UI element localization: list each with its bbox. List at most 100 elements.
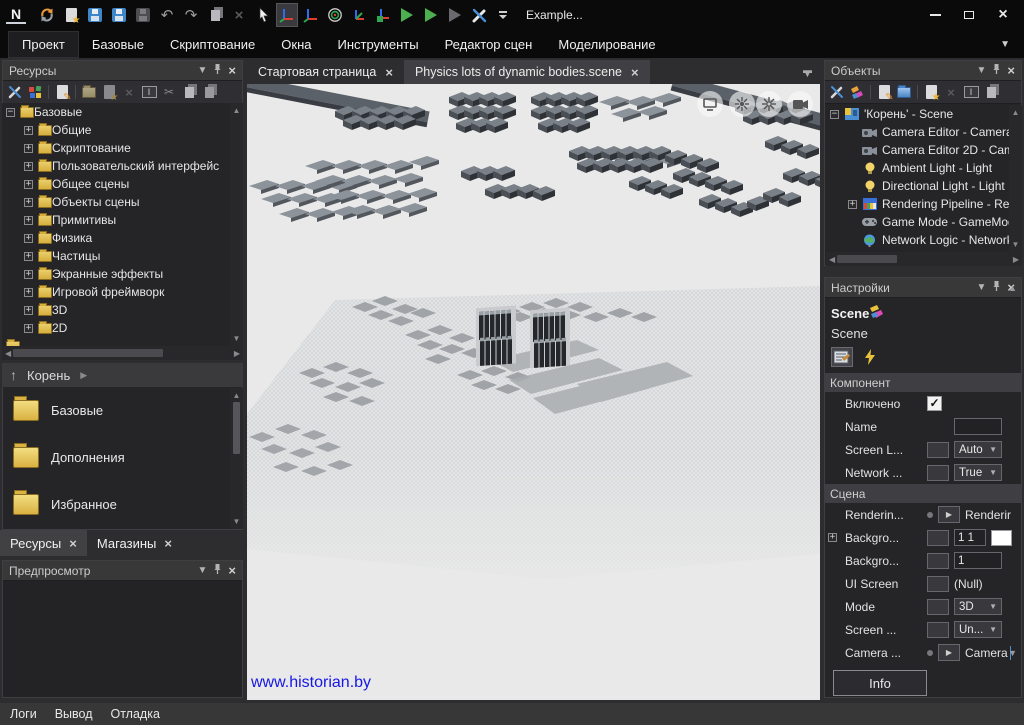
restore-button[interactable] — [954, 4, 984, 26]
close-button[interactable]: × — [988, 4, 1018, 26]
tree-item[interactable]: +Объекты сцены — [2, 193, 230, 211]
tree-item[interactable]: +2D — [2, 319, 230, 337]
tab-resources[interactable]: Ресурсы× — [0, 530, 87, 556]
property-default-button[interactable] — [927, 599, 949, 615]
tools-icon[interactable] — [468, 3, 490, 27]
property-default-button[interactable] — [927, 465, 949, 481]
tools-icon[interactable] — [829, 84, 845, 100]
expand-icon[interactable]: + — [24, 180, 33, 189]
menu-item-scene-editor[interactable]: Редактор сцен — [432, 32, 546, 57]
expand-icon[interactable]: + — [24, 126, 33, 135]
scale-cube-tool-icon[interactable] — [372, 3, 394, 27]
expand-icon[interactable]: + — [24, 324, 33, 333]
property-default-button[interactable] — [927, 576, 949, 592]
screen-label-dropdown[interactable]: Auto▼ — [954, 441, 1002, 458]
new-object-icon[interactable]: ✎ — [876, 84, 892, 100]
reference-button[interactable]: ▶ — [938, 506, 960, 523]
screen-icon[interactable] — [697, 91, 723, 117]
pin-icon[interactable] — [992, 280, 1001, 295]
tree-item[interactable]: Directional Light - Light — [826, 177, 1009, 195]
expand-icon[interactable]: + — [24, 198, 33, 207]
expand-icon[interactable]: + — [24, 144, 33, 153]
close-icon[interactable]: × — [228, 66, 236, 76]
expand-icon[interactable]: + — [24, 270, 33, 279]
close-icon[interactable]: × — [164, 536, 172, 551]
tab-stores[interactable]: Магазины× — [87, 530, 182, 556]
lighting-alt-icon[interactable] — [756, 91, 782, 117]
name-input[interactable] — [954, 418, 1002, 435]
panel-chevron-down-icon[interactable]: ▼ — [977, 283, 987, 293]
list-item[interactable]: Избранное — [3, 481, 242, 528]
scroll-up-icon[interactable]: ▲ — [1008, 283, 1017, 293]
tree-item[interactable]: + Rendering Pipeline - Ren — [826, 195, 1009, 213]
tools-icon[interactable] — [7, 84, 23, 100]
menu-item-scripting[interactable]: Скриптование — [157, 32, 268, 57]
transform-colored-icon[interactable] — [849, 84, 865, 100]
tree-item[interactable]: +Пользовательский интерфейс — [2, 157, 230, 175]
minimize-button[interactable] — [920, 4, 950, 26]
tree-item[interactable]: +Частицы — [2, 247, 230, 265]
tree-item[interactable]: Camera Editor 2D - Cam — [826, 141, 1009, 159]
expand-icon[interactable]: + — [24, 288, 33, 297]
list-item[interactable]: Базовые — [3, 387, 242, 434]
statusbar-output[interactable]: Вывод — [55, 707, 93, 721]
scene-viewport[interactable]: www.historian.by — [247, 84, 820, 700]
move-tool-icon[interactable] — [276, 3, 298, 27]
enabled-checkbox[interactable]: ✓ — [927, 396, 942, 411]
resources-tree-hscrollbar[interactable]: ◀▶ — [2, 346, 243, 360]
property-default-button[interactable] — [927, 530, 949, 546]
color-swatch[interactable] — [991, 530, 1012, 546]
panel-chevron-down-icon[interactable]: ▼ — [198, 66, 208, 76]
tree-item[interactable]: Game Mode - GameMod — [826, 213, 1009, 231]
breadcrumb[interactable]: ↑ Корень ▶ — [2, 363, 243, 387]
menu-item-basic[interactable]: Базовые — [79, 32, 157, 57]
pin-icon[interactable] — [992, 63, 1001, 78]
objects-tree-vscrollbar[interactable]: ▲▼ — [1009, 105, 1022, 252]
mode-dropdown[interactable]: 3D▼ — [954, 598, 1002, 615]
events-mode-button[interactable] — [859, 347, 881, 367]
collapse-icon[interactable]: − — [830, 110, 839, 119]
tree-item[interactable]: Ambient Light - Light — [826, 159, 1009, 177]
background-value-input[interactable] — [954, 552, 1002, 569]
tree-item[interactable]: +3D — [2, 301, 230, 319]
play-alt-icon[interactable] — [420, 3, 442, 27]
panel-chevron-down-icon[interactable]: ▼ — [977, 66, 987, 76]
menu-item-modeling[interactable]: Моделирование — [545, 32, 668, 57]
play-icon[interactable] — [396, 3, 418, 27]
expand-icon[interactable]: + — [828, 533, 837, 542]
expand-icon[interactable]: + — [24, 216, 33, 225]
property-default-button[interactable] — [927, 622, 949, 638]
rotate-tool-icon[interactable] — [324, 3, 346, 27]
list-item[interactable]: Дополнения — [3, 434, 242, 481]
tree-item[interactable]: +Общее сцены — [2, 175, 230, 193]
camera-icon[interactable] — [787, 91, 813, 117]
tree-item[interactable]: −Базовые — [2, 103, 230, 121]
collapse-icon[interactable]: − — [6, 108, 15, 117]
folder-icon[interactable] — [896, 84, 912, 100]
scroll-down-icon[interactable]: ▼ — [1008, 648, 1017, 658]
menu-item-project[interactable]: Проект — [8, 31, 79, 58]
new-file-icon[interactable]: ★ — [60, 3, 82, 27]
up-arrow-icon[interactable]: ↑ — [10, 367, 17, 383]
transform-colored-icon[interactable] — [869, 304, 884, 322]
tab-scene[interactable]: Physics lots of dynamic bodies.scene× — [404, 60, 650, 84]
save-icon[interactable] — [84, 3, 106, 27]
expand-icon[interactable]: + — [24, 252, 33, 261]
project-name[interactable]: Example... — [526, 8, 583, 22]
panel-chevron-down-icon[interactable]: ▼ — [198, 566, 208, 576]
tree-item[interactable] — [2, 337, 230, 346]
tab-overflow-icon[interactable]: ▬▼ — [803, 68, 820, 76]
folder-list-vscrollbar[interactable]: ▲▼ — [230, 388, 243, 529]
select-cursor-icon[interactable] — [252, 3, 274, 27]
scale-tool-icon[interactable] — [348, 3, 370, 27]
property-default-button[interactable] — [927, 553, 949, 569]
resources-tree-vscrollbar[interactable]: ▲▼ — [230, 103, 243, 346]
reference-button[interactable]: ▶ — [938, 644, 960, 661]
tree-item[interactable]: +Общие — [2, 121, 230, 139]
info-button[interactable]: Info — [833, 670, 927, 696]
expand-icon[interactable]: + — [24, 234, 33, 243]
save-all-icon[interactable] — [108, 3, 130, 27]
close-icon[interactable]: × — [228, 566, 236, 576]
expand-icon[interactable]: + — [24, 162, 33, 171]
close-icon[interactable]: × — [631, 65, 639, 80]
